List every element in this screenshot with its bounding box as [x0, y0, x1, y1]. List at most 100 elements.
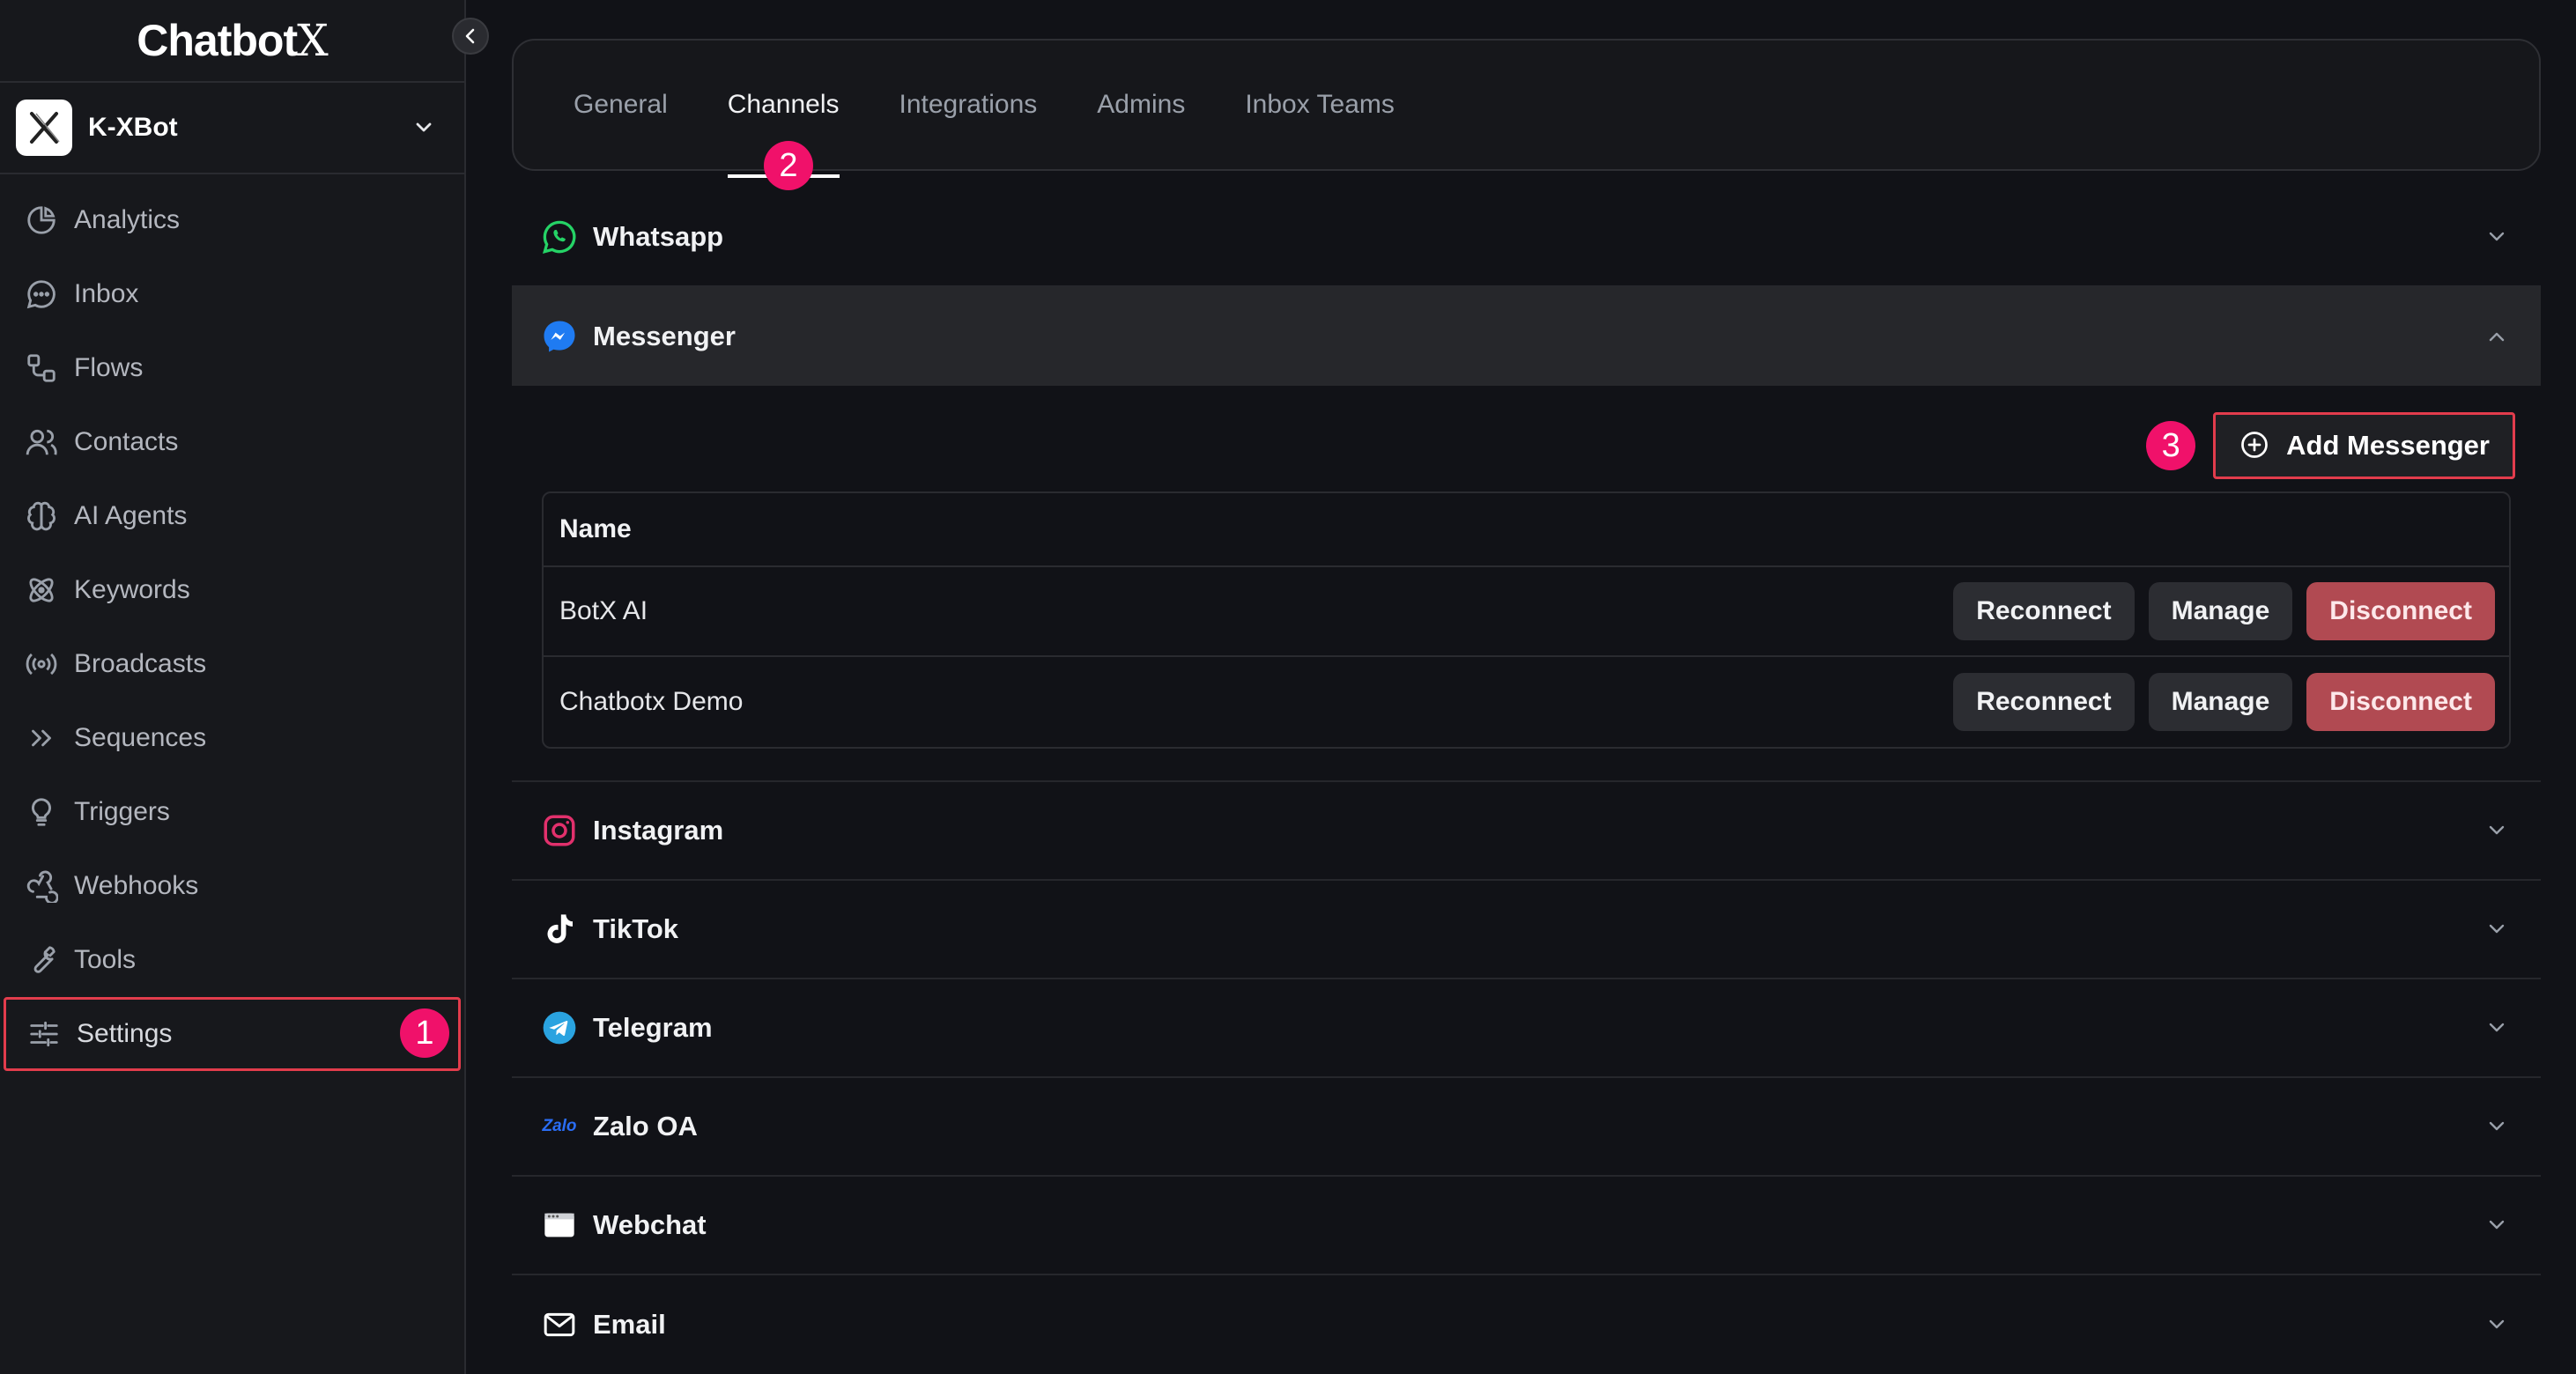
users-icon	[23, 424, 60, 461]
sidebar-item-label: Settings	[77, 1019, 173, 1048]
channel-row-whatsapp[interactable]: Whatsapp	[512, 188, 2541, 287]
wrench-icon	[23, 942, 60, 979]
instagram-icon	[540, 811, 579, 850]
page-name: BotX AI	[559, 596, 648, 625]
pie-chart-icon	[23, 202, 60, 239]
sidebar-item-inbox[interactable]: Inbox	[0, 257, 464, 331]
page-name: Chatbotx Demo	[559, 687, 744, 716]
sidebar-item-label: AI Agents	[74, 501, 188, 530]
add-messenger-label: Add Messenger	[2286, 430, 2490, 461]
sidebar-item-contacts[interactable]: Contacts	[0, 405, 464, 479]
channel-row-messenger[interactable]: Messenger	[512, 287, 2541, 386]
brain-icon	[23, 498, 60, 535]
tab-integrations[interactable]: Integrations	[899, 90, 1038, 120]
sidebar-item-label: Contacts	[74, 427, 179, 456]
tab-general[interactable]: General	[574, 90, 668, 120]
disconnect-button[interactable]: Disconnect	[2306, 582, 2495, 640]
sidebar-nav: Analytics Inbox Flows Contacts AI Agents…	[0, 174, 464, 1071]
sidebar-item-tools[interactable]: Tools	[0, 923, 464, 997]
channel-name: Email	[593, 1309, 666, 1340]
sidebar-item-label: Analytics	[74, 205, 181, 234]
sidebar-item-triggers[interactable]: Triggers	[0, 775, 464, 849]
chevron-down-icon[interactable]	[2479, 1208, 2514, 1243]
x-logo-icon	[30, 112, 60, 144]
messenger-icon	[540, 317, 579, 356]
sidebar-item-keywords[interactable]: Keywords	[0, 553, 464, 627]
chevron-down-icon[interactable]	[2479, 219, 2514, 255]
zalo-icon: Zalo	[540, 1107, 579, 1146]
disconnect-button[interactable]: Disconnect	[2306, 673, 2495, 731]
sidebar-item-label: Tools	[74, 945, 137, 974]
webhook-icon	[23, 868, 60, 905]
telegram-icon	[540, 1008, 579, 1047]
chat-bubble-icon	[23, 276, 60, 313]
manage-button[interactable]: Manage	[2148, 673, 2293, 731]
channel-name: TikTok	[593, 913, 679, 944]
whatsapp-icon	[540, 218, 579, 256]
chevron-down-icon[interactable]	[2479, 1307, 2514, 1342]
messenger-table: Name BotX AI Reconnect Manage Disconnect…	[542, 491, 2511, 749]
reconnect-button[interactable]: Reconnect	[1953, 582, 2135, 640]
tab-channels[interactable]: Channels	[727, 90, 840, 178]
collapse-sidebar-button[interactable]	[452, 18, 489, 55]
chevron-up-icon[interactable]	[2479, 319, 2514, 354]
brand-header: ChatbotX	[0, 0, 489, 83]
sidebar-item-webhooks[interactable]: Webhooks	[0, 849, 464, 923]
sidebar-item-broadcasts[interactable]: Broadcasts	[0, 627, 464, 701]
tiktok-icon	[540, 910, 579, 949]
channel-row-webchat[interactable]: Webchat	[512, 1177, 2541, 1275]
sliders-icon	[26, 1016, 63, 1053]
sidebar-item-analytics[interactable]: Analytics	[0, 183, 464, 257]
sidebar-item-label: Sequences	[74, 723, 207, 752]
channel-name: Telegram	[593, 1012, 713, 1043]
broadcast-icon	[23, 646, 60, 683]
step-badge-2: 2	[764, 141, 813, 190]
sidebar-item-label: Broadcasts	[74, 649, 207, 678]
plus-circle-icon	[2239, 429, 2272, 462]
sidebar-item-sequences[interactable]: Sequences	[0, 701, 464, 775]
table-row: Chatbotx Demo Reconnect Manage Disconnec…	[544, 657, 2509, 747]
chevron-down-icon[interactable]	[2479, 912, 2514, 947]
reconnect-button[interactable]: Reconnect	[1953, 673, 2135, 731]
sidebar-item-label: Webhooks	[74, 871, 199, 900]
lightbulb-icon	[23, 794, 60, 831]
tab-admins[interactable]: Admins	[1097, 90, 1185, 120]
sidebar-item-label: Flows	[74, 353, 144, 382]
channel-name: Messenger	[593, 321, 736, 351]
bot-avatar	[16, 100, 72, 156]
channel-name: Whatsapp	[593, 221, 724, 252]
zalo-logo-text: Zalo	[542, 1117, 577, 1135]
settings-tabs: General Channels Integrations Admins Inb…	[512, 39, 2541, 190]
chevron-down-icon[interactable]	[2479, 1010, 2514, 1045]
sidebar-item-label: Keywords	[74, 575, 190, 604]
chevron-down-icon[interactable]	[2479, 1109, 2514, 1144]
channel-row-telegram[interactable]: Telegram	[512, 979, 2541, 1078]
sidebar-item-settings[interactable]: Settings 1	[4, 997, 461, 1071]
add-messenger-button[interactable]: Add Messenger	[2213, 412, 2515, 479]
tab-inbox-teams[interactable]: Inbox Teams	[1245, 90, 1395, 120]
step-badge-3: 3	[2146, 421, 2196, 470]
table-header: Name	[544, 493, 2509, 567]
panel-toolbar: 3 Add Messenger	[542, 412, 2515, 479]
main-content: General Channels Integrations Admins Inb…	[512, 39, 2541, 1374]
sidebar-item-ai-agents[interactable]: AI Agents	[0, 479, 464, 553]
channel-name: Instagram	[593, 815, 724, 846]
messenger-panel: 3 Add Messenger Name BotX AI Reconnect M…	[512, 386, 2541, 782]
chevrons-right-icon	[23, 720, 60, 757]
bot-name: K-XBot	[88, 113, 178, 142]
manage-button[interactable]: Manage	[2148, 582, 2293, 640]
channel-row-email[interactable]: Email	[512, 1275, 2541, 1374]
sidebar-item-label: Triggers	[74, 797, 170, 826]
channel-row-instagram[interactable]: Instagram	[512, 782, 2541, 881]
bot-switcher[interactable]: K-XBot	[0, 83, 464, 174]
column-header-name: Name	[559, 514, 632, 543]
channel-name: Webchat	[593, 1209, 707, 1240]
channel-name: Zalo OA	[593, 1111, 698, 1141]
sidebar-item-flows[interactable]: Flows	[0, 331, 464, 405]
brand-logo[interactable]: ChatbotX	[137, 15, 328, 66]
channel-row-zalo[interactable]: Zalo Zalo OA	[512, 1078, 2541, 1177]
chevron-down-icon	[416, 122, 432, 132]
chevron-down-icon[interactable]	[2479, 813, 2514, 848]
channel-row-tiktok[interactable]: TikTok	[512, 881, 2541, 979]
flow-icon	[23, 350, 60, 387]
